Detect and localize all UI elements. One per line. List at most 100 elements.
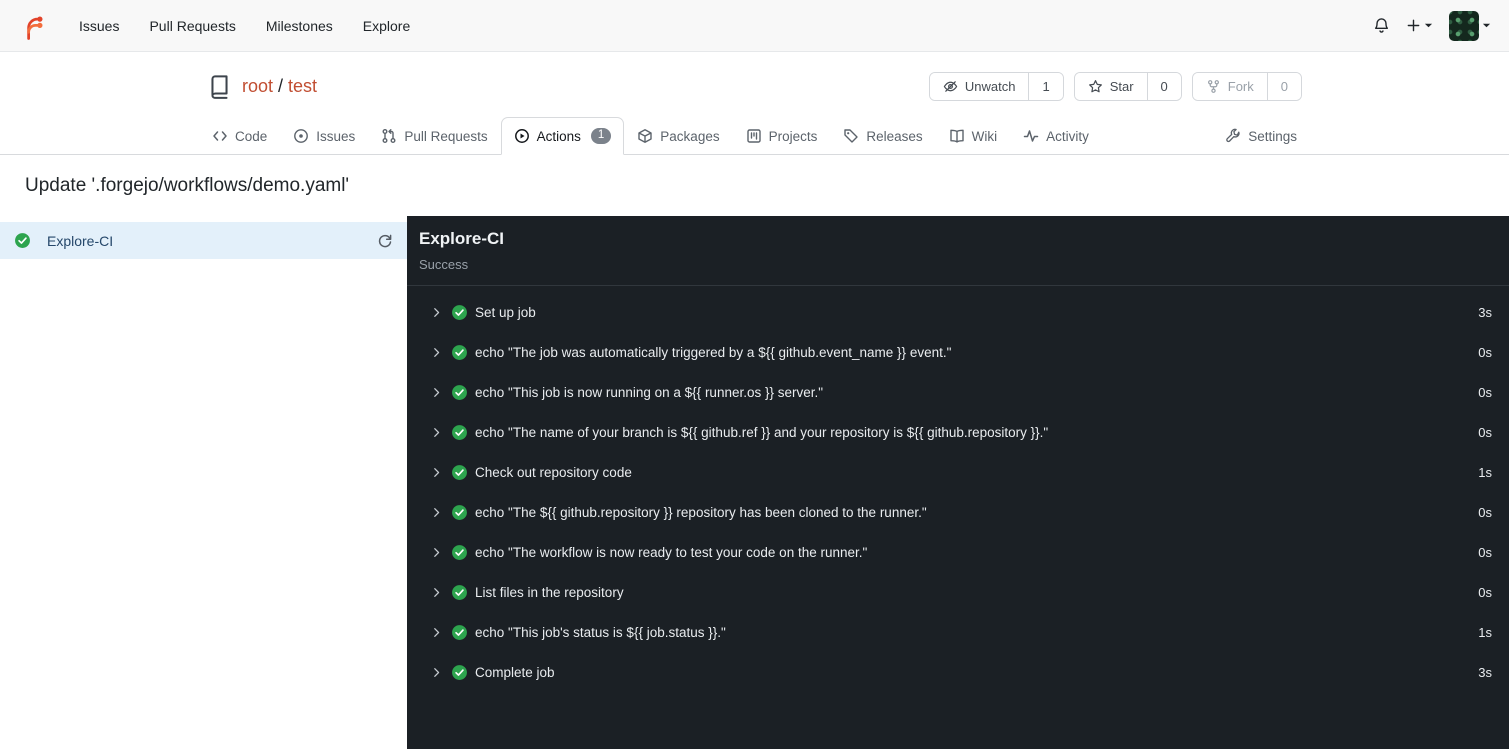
repo-action-buttons: Unwatch 1 Star 0 Fork 0 xyxy=(928,72,1302,101)
step-name: List files in the repository xyxy=(475,584,624,600)
chevron-right-icon[interactable] xyxy=(431,307,442,318)
step-success-icon xyxy=(451,344,468,361)
step-name: Complete job xyxy=(475,664,555,680)
unwatch-label: Unwatch xyxy=(964,79,1016,94)
step-name: echo "This job's status is ${{ job.statu… xyxy=(475,624,726,640)
run-log-panel: Explore-CI Success Set up job 3s echo "The… xyxy=(407,216,1509,749)
tab-label: Activity xyxy=(1046,128,1089,144)
nav-item-explore[interactable]: Explore xyxy=(348,10,425,42)
steps-list: Set up job 3s echo "The job was automatica… xyxy=(407,286,1509,698)
step-duration: 3s xyxy=(1478,304,1492,320)
tab-pull-requests[interactable]: Pull Requests xyxy=(368,117,500,155)
star-label: Star xyxy=(1109,79,1134,94)
jobs-sidebar: Explore-CI xyxy=(0,216,407,749)
job-name: Explore-CI xyxy=(47,232,114,249)
user-menu-button[interactable] xyxy=(1449,10,1491,41)
tab-label: Pull Requests xyxy=(404,128,488,144)
step-row[interactable]: echo "The name of your branch is ${{ git… xyxy=(407,412,1509,452)
page-title: Update '.forgejo/workflows/demo.yaml' xyxy=(25,175,350,196)
chevron-right-icon[interactable] xyxy=(431,587,442,598)
step-name: echo "The job was automatically triggere… xyxy=(475,344,952,360)
tab-issues[interactable]: Issues xyxy=(280,117,368,155)
refresh-icon[interactable] xyxy=(377,233,393,249)
tab-settings[interactable]: Settings xyxy=(1212,117,1310,155)
pulse-icon xyxy=(1023,128,1039,144)
tab-activity[interactable]: Activity xyxy=(1010,117,1102,155)
repo-icon xyxy=(207,74,232,99)
step-row[interactable]: Set up job 3s xyxy=(407,292,1509,332)
forgejo-logo-icon[interactable] xyxy=(18,11,48,41)
watchers-count[interactable]: 1 xyxy=(1028,73,1063,100)
issue-icon xyxy=(293,128,309,144)
run-title: Explore-CI xyxy=(419,229,505,248)
tab-label: Code xyxy=(235,128,268,144)
tab-label: Issues xyxy=(316,128,356,144)
unwatch-button[interactable]: Unwatch xyxy=(929,73,1029,100)
page-title-section: Update '.forgejo/workflows/demo.yaml' xyxy=(0,155,1509,216)
chevron-right-icon[interactable] xyxy=(431,387,442,398)
star-button[interactable]: Star xyxy=(1074,73,1147,100)
step-row[interactable]: List files in the repository 0s xyxy=(407,572,1509,612)
step-row[interactable]: Check out repository code 1s xyxy=(407,452,1509,492)
step-success-icon xyxy=(451,424,468,441)
tab-actions[interactable]: Actions 1 xyxy=(500,117,625,155)
step-duration: 0s xyxy=(1478,584,1492,600)
tab-label: Releases xyxy=(866,128,923,144)
repo-owner-link[interactable]: root xyxy=(242,76,273,97)
step-duration: 0s xyxy=(1478,504,1492,520)
step-row[interactable]: echo "This job is now running on a ${{ r… xyxy=(407,372,1509,412)
user-avatar xyxy=(1449,10,1479,41)
tag-icon xyxy=(843,128,859,144)
step-name: echo "The ${{ github.repository }} repos… xyxy=(475,504,927,520)
fork-button[interactable]: Fork xyxy=(1192,73,1267,100)
step-duration: 1s xyxy=(1478,464,1492,480)
step-duration: 1s xyxy=(1478,624,1492,640)
chevron-right-icon[interactable] xyxy=(431,507,442,518)
create-new-button[interactable] xyxy=(1406,18,1433,33)
step-row[interactable]: echo "The workflow is now ready to test … xyxy=(407,532,1509,572)
tab-wiki[interactable]: Wiki xyxy=(936,117,1011,155)
step-success-icon xyxy=(451,584,468,601)
chevron-right-icon[interactable] xyxy=(431,547,442,558)
tab-projects[interactable]: Projects xyxy=(733,117,831,155)
chevron-right-icon[interactable] xyxy=(431,667,442,678)
nav-item-milestones[interactable]: Milestones xyxy=(251,10,348,42)
eye-off-icon xyxy=(943,79,958,94)
step-success-icon xyxy=(451,384,468,401)
forks-count[interactable]: 0 xyxy=(1266,73,1301,100)
step-row[interactable]: Complete job 3s xyxy=(407,652,1509,692)
tab-label: Packages xyxy=(660,128,720,144)
stars-count[interactable]: 0 xyxy=(1146,73,1181,100)
job-item-explore-ci[interactable]: Explore-CI xyxy=(0,222,407,259)
step-row[interactable]: echo "This job's status is ${{ job.statu… xyxy=(407,612,1509,652)
run-header: Explore-CI Success xyxy=(407,216,1509,286)
run-status: Success xyxy=(419,257,469,272)
pull-request-icon xyxy=(381,128,397,144)
tab-label: Projects xyxy=(768,128,818,144)
chevron-right-icon[interactable] xyxy=(431,627,442,638)
nav-item-pull-requests[interactable]: Pull Requests xyxy=(134,10,250,42)
repo-header: root / test Unwatch 1 Star 0 Fork 0 Code… xyxy=(0,52,1509,155)
step-duration: 0s xyxy=(1478,424,1492,440)
star-icon xyxy=(1088,79,1103,94)
fork-label: Fork xyxy=(1227,79,1254,94)
step-success-icon xyxy=(451,624,468,641)
nav-item-issues[interactable]: Issues xyxy=(64,10,134,42)
tab-label: Actions xyxy=(536,128,581,144)
chevron-right-icon[interactable] xyxy=(431,467,442,478)
tab-code[interactable]: Code xyxy=(199,117,280,155)
step-success-icon xyxy=(451,504,468,521)
step-row[interactable]: echo "The job was automatically triggere… xyxy=(407,332,1509,372)
step-success-icon xyxy=(451,664,468,681)
step-success-icon xyxy=(451,464,468,481)
step-row[interactable]: echo "The ${{ github.repository }} repos… xyxy=(407,492,1509,532)
repo-name-link[interactable]: test xyxy=(288,76,317,97)
tab-packages[interactable]: Packages xyxy=(624,117,732,155)
notifications-button[interactable] xyxy=(1373,17,1390,34)
step-success-icon xyxy=(451,544,468,561)
bell-icon xyxy=(1373,17,1390,34)
chevron-right-icon[interactable] xyxy=(431,427,442,438)
chevron-right-icon[interactable] xyxy=(431,347,442,358)
step-duration: 0s xyxy=(1478,384,1492,400)
tab-releases[interactable]: Releases xyxy=(830,117,935,155)
